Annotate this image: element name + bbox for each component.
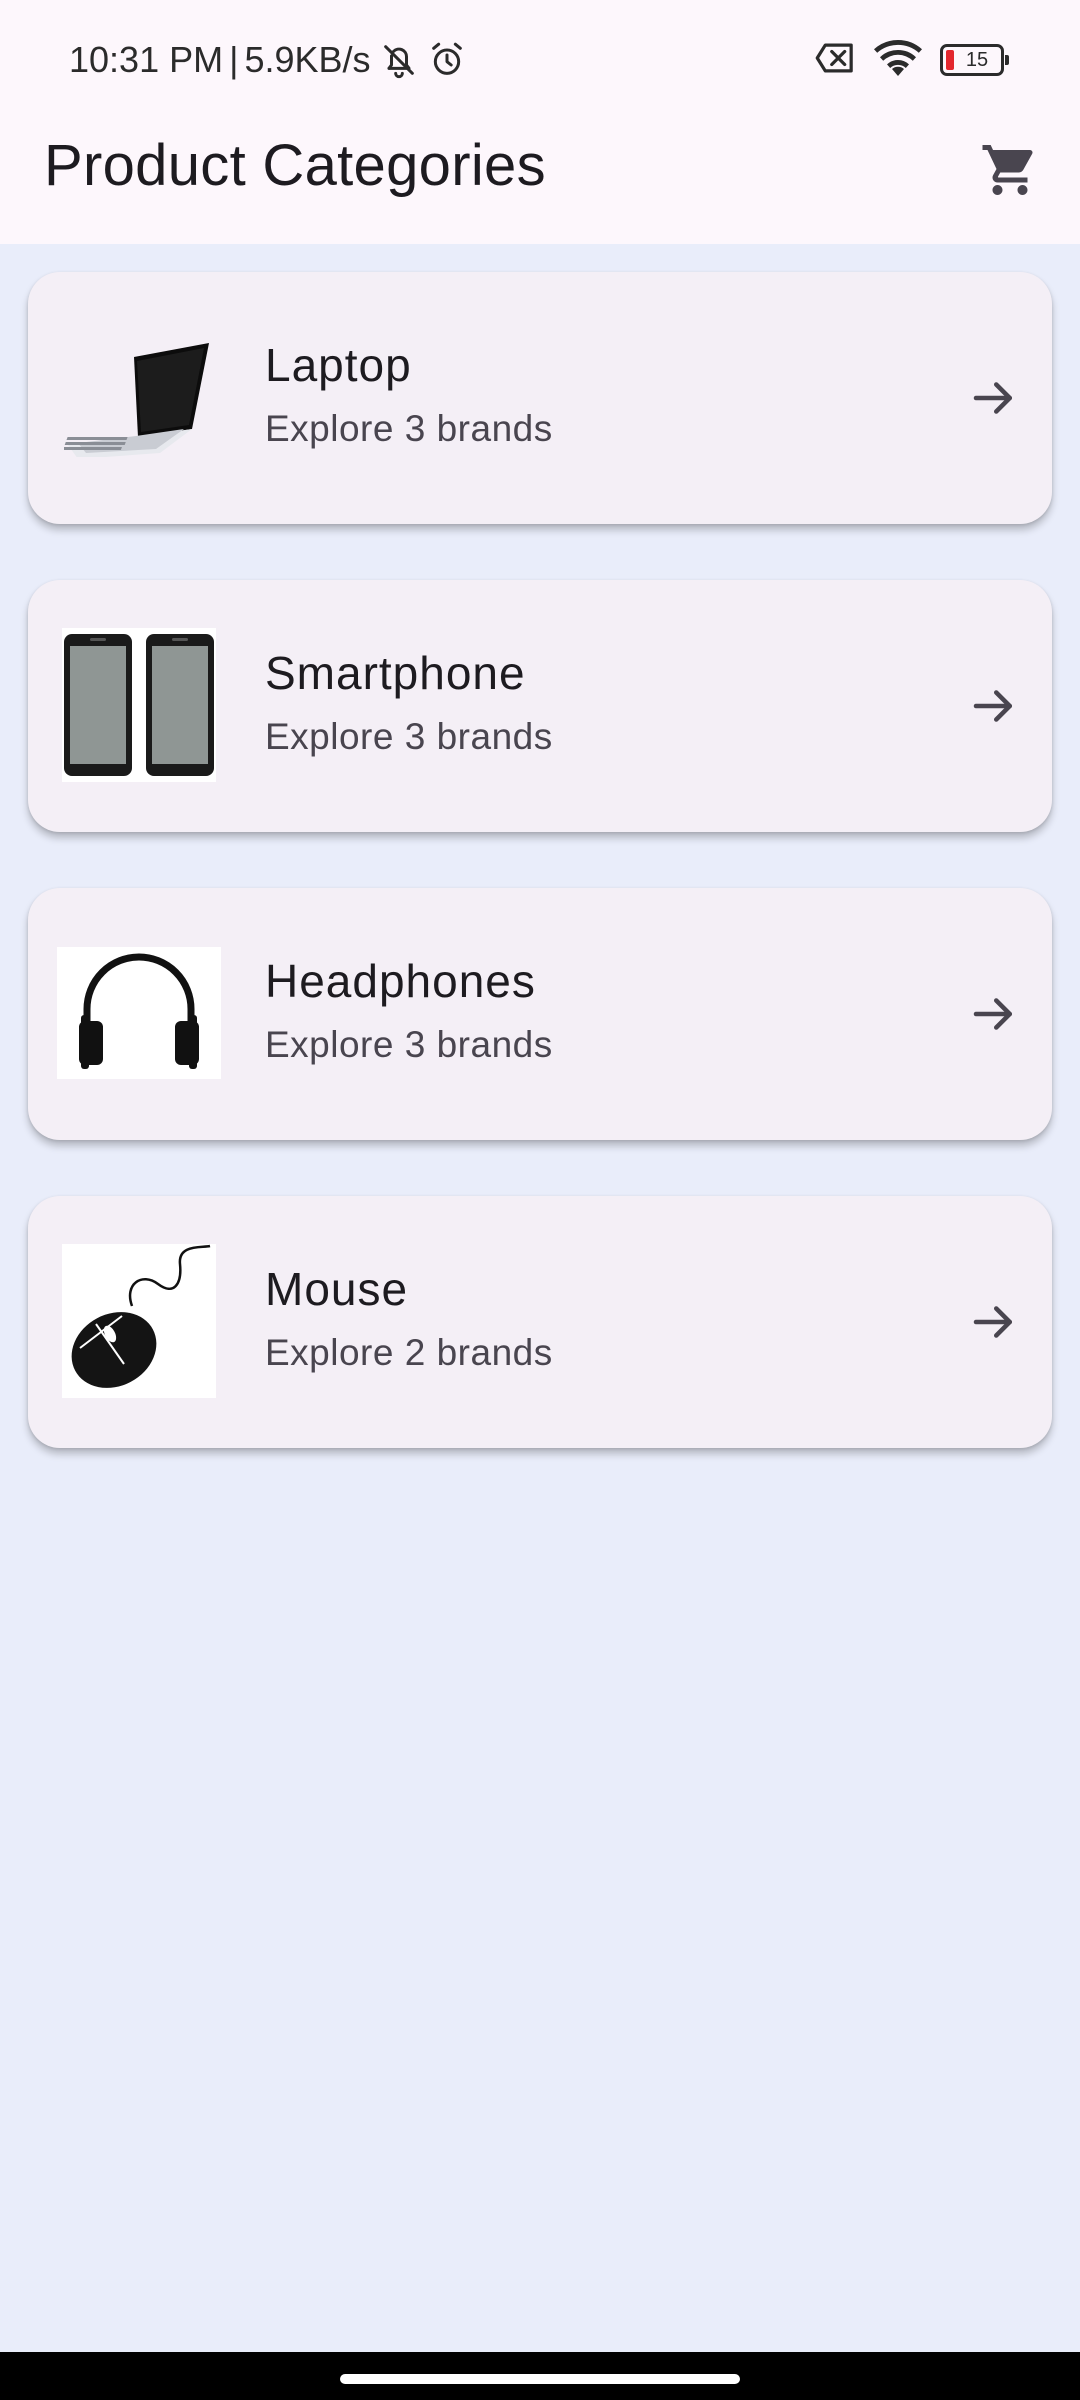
category-card-headphones[interactable]: Headphones Explore 3 brands: [28, 888, 1052, 1140]
bell-off-icon: [379, 40, 419, 80]
category-name: Laptop: [265, 339, 412, 391]
headphones-image: [56, 930, 222, 1096]
category-subtitle: Explore 3 brands: [265, 408, 553, 449]
wifi-icon: [874, 39, 922, 82]
shopping-cart-icon[interactable]: [974, 134, 1046, 206]
arrow-forward-icon[interactable]: [964, 984, 1024, 1044]
mouse-image: [56, 1238, 222, 1404]
status-bar: 10:31 PM | 5.9KB/s 15: [0, 0, 1080, 120]
status-time: 10:31 PM: [69, 39, 224, 80]
category-card-mouse[interactable]: Mouse Explore 2 brands: [28, 1196, 1052, 1448]
category-name: Mouse: [265, 1263, 409, 1315]
category-name: Smartphone: [265, 647, 526, 699]
battery-icon: 15: [940, 44, 1009, 76]
category-name: Headphones: [265, 955, 536, 1007]
page-title: Product Categories: [44, 133, 546, 198]
arrow-forward-icon[interactable]: [964, 676, 1024, 736]
status-right: 15: [814, 36, 1009, 84]
category-subtitle: Explore 3 brands: [265, 1024, 553, 1065]
app-bar: Product Categories: [0, 120, 1080, 244]
alarm-icon: [427, 40, 467, 80]
battery-fill: [946, 50, 954, 70]
status-net-speed: 5.9KB/s: [244, 39, 371, 80]
category-card-smartphone[interactable]: Smartphone Explore 3 brands: [28, 580, 1052, 832]
category-subtitle: Explore 2 brands: [265, 1332, 553, 1373]
smartphone-image: [56, 622, 222, 788]
category-card-laptop[interactable]: Laptop Explore 3 brands: [28, 272, 1052, 524]
category-subtitle: Explore 3 brands: [265, 716, 553, 757]
arrow-forward-icon[interactable]: [964, 368, 1024, 428]
arrow-forward-icon[interactable]: [964, 1292, 1024, 1352]
status-left: 10:31 PM | 5.9KB/s: [69, 36, 467, 84]
battery-percent: 15: [965, 48, 989, 71]
category-list: Laptop Explore 3 brands Smartphone Explo…: [28, 272, 1052, 1504]
system-navigation-bar: [0, 2352, 1080, 2400]
laptop-image: [56, 314, 222, 480]
home-gesture-handle[interactable]: [340, 2374, 740, 2384]
status-separator: |: [229, 39, 239, 80]
sim-x-icon: [814, 41, 856, 80]
